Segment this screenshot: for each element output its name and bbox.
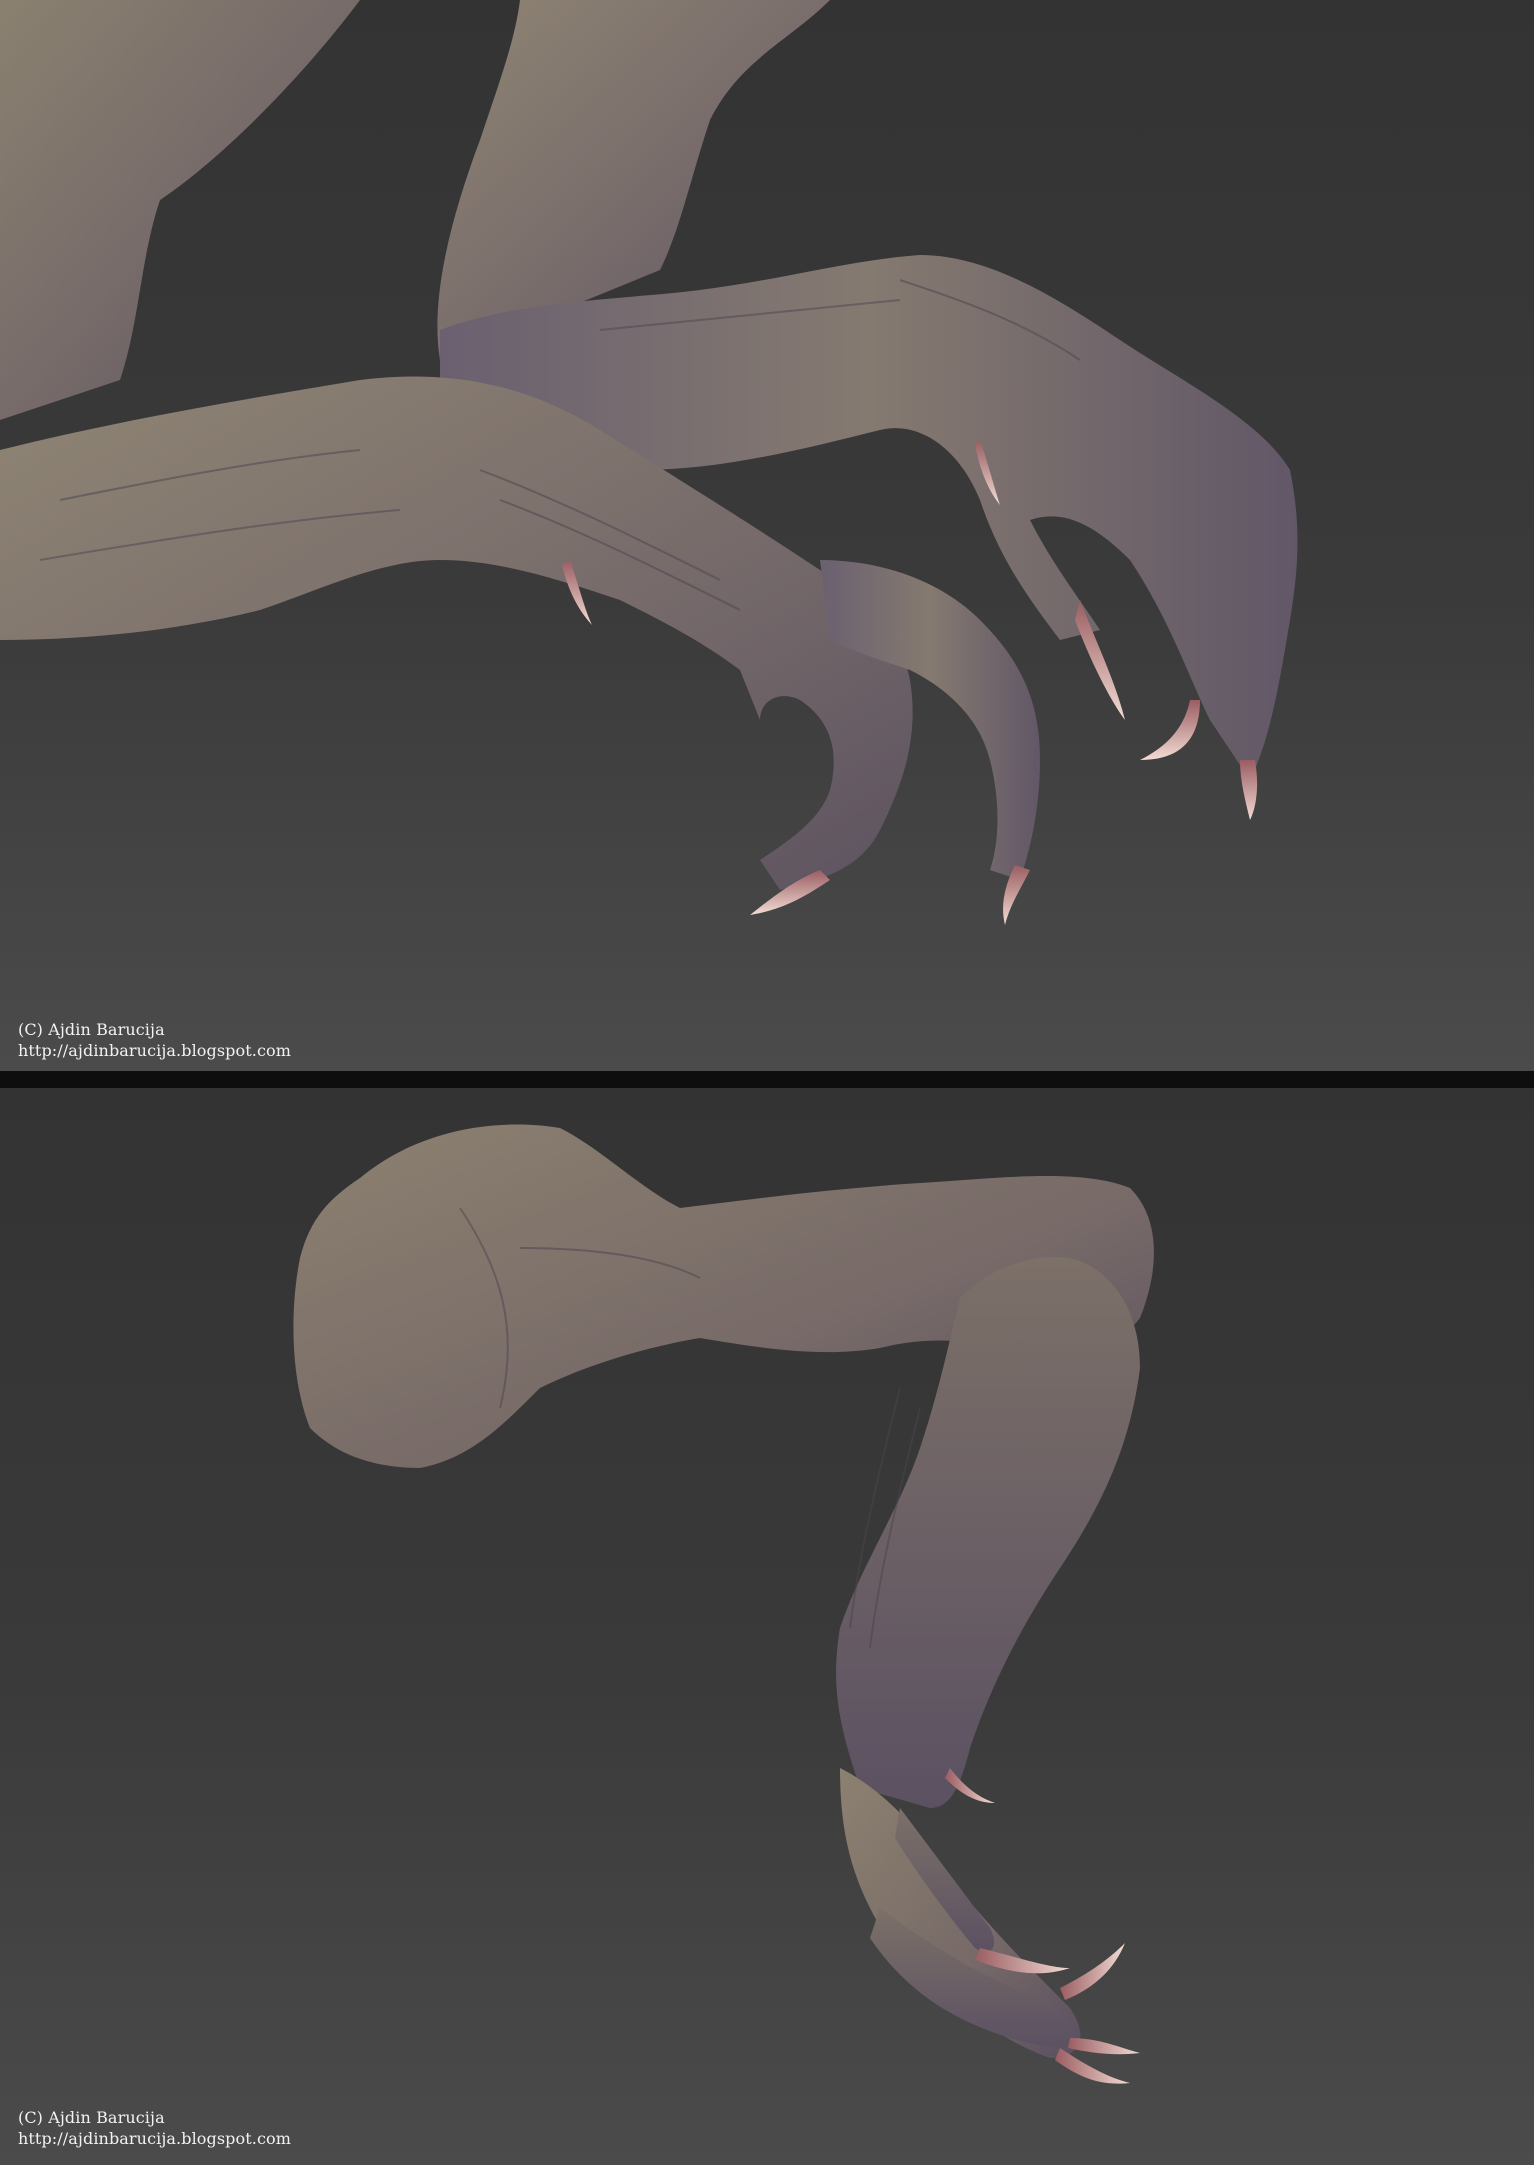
panel-divider [0,1071,1534,1088]
creature-limb-side-view [293,1124,1154,2084]
top-caption: (C) Ajdin Barucija http://ajdinbarucija.… [18,1019,291,1061]
creature-limbs-front-view [0,0,1298,925]
claw-1 [1075,600,1125,720]
claw-b2 [1060,1943,1125,2000]
claw-2 [1140,700,1200,760]
torso-mass [0,0,360,420]
blog-url-link[interactable]: http://ajdinbarucija.blogspot.com [18,2128,291,2149]
blog-url-link[interactable]: http://ajdinbarucija.blogspot.com [18,1040,291,1061]
copyright-text: (C) Ajdin Barucija [18,1020,165,1039]
bottom-caption: (C) Ajdin Barucija http://ajdinbarucija.… [18,2107,291,2149]
claw-b3 [1068,2038,1140,2055]
bottom-render-panel: (C) Ajdin Barucija http://ajdinbarucija.… [0,1088,1534,2165]
claw-3 [1240,760,1258,820]
top-render-panel: (C) Ajdin Barucija http://ajdinbarucija.… [0,0,1534,1071]
copyright-text: (C) Ajdin Barucija [18,2108,165,2127]
